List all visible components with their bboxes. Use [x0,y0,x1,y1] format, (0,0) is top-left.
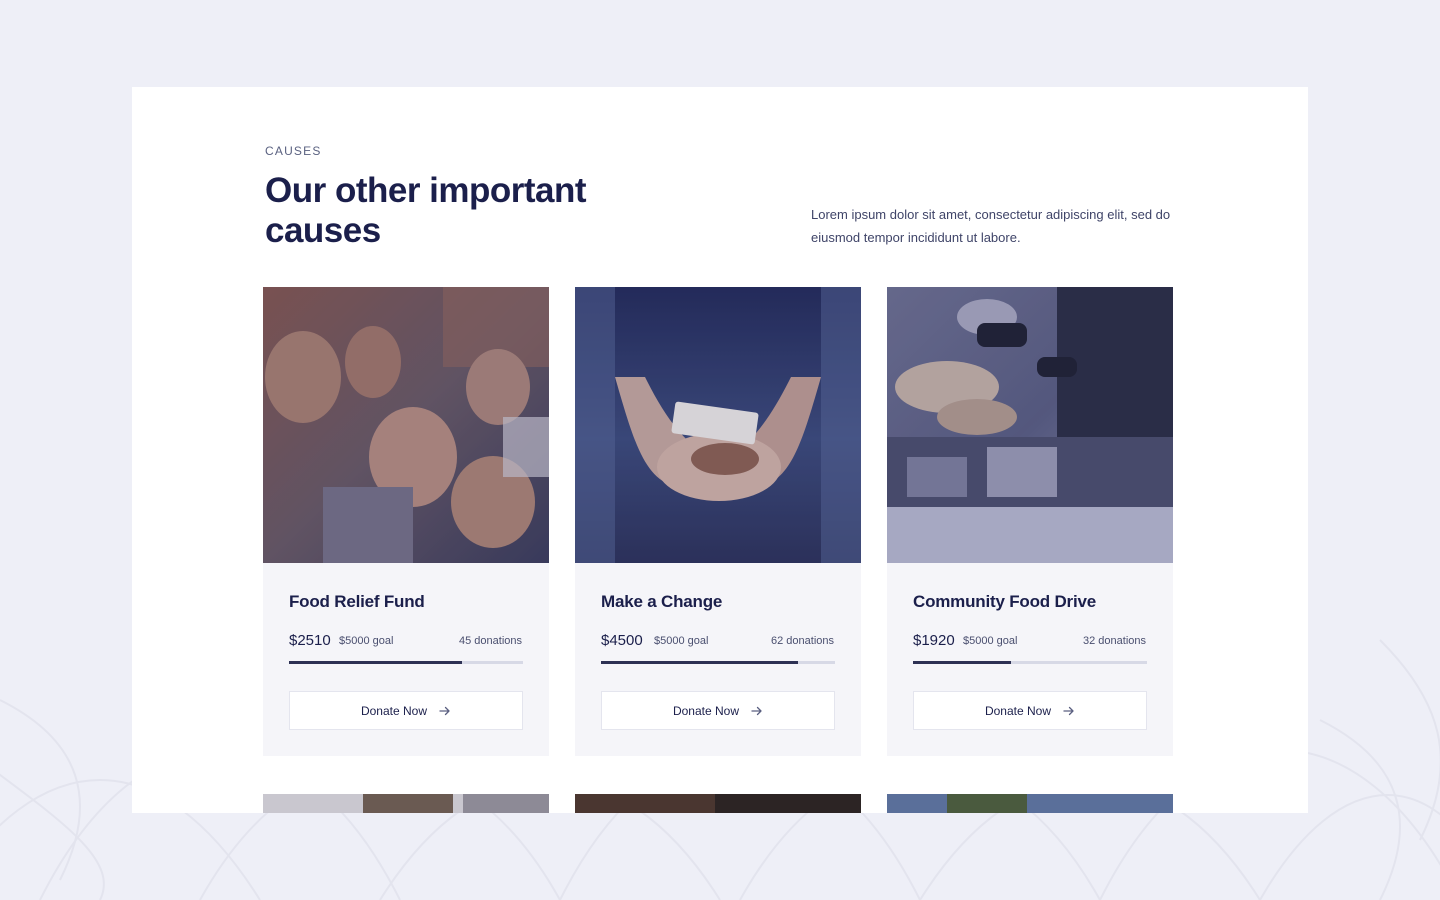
causes-section: CAUSES Our other important causes Lorem … [132,87,1308,813]
children-smiling-photo [263,287,549,563]
section-eyebrow: CAUSES [265,144,322,158]
cause-stats: $1920 $5000 goal 32 donations [913,632,1147,652]
cause-card: Food Relief Fund $2510 $5000 goal 45 don… [263,287,549,756]
progress-bar [913,661,1147,664]
progress-bar [601,661,835,664]
cause-card: Community Food Drive $1920 $5000 goal 32… [887,287,1173,756]
donation-count: 45 donations [459,635,522,647]
section-title: Our other important causes [265,171,587,250]
progress-fill [601,661,798,664]
donation-count: 32 donations [1083,635,1146,647]
arrow-right-icon [1063,706,1074,715]
progress-fill [289,661,463,664]
donate-now-button[interactable]: Donate Now [601,691,835,730]
donation-count: 62 donations [771,635,834,647]
donate-now-button[interactable]: Donate Now [289,691,523,730]
section-description: Lorem ipsum dolor sit amet, consectetur … [811,207,1171,245]
cause-title: Food Relief Fund [289,592,425,611]
cause-title: Community Food Drive [913,592,1097,611]
donate-button-label: Donate Now [672,703,740,718]
next-cause-photo [887,794,1173,813]
goal-amount: $5000 goal [654,635,709,647]
cause-title: Make a Change [601,592,723,611]
raised-amount: $1920 [913,632,955,649]
next-cause-photo [263,794,549,813]
progress-bar [289,661,523,664]
raised-amount: $2510 [289,632,331,649]
goal-amount: $5000 goal [339,635,394,647]
goal-amount: $5000 goal [963,635,1018,647]
cause-stats: $4500 $5000 goal 62 donations [601,632,835,652]
progress-fill [913,661,1012,664]
food-distribution-photo [887,287,1173,563]
cause-card: Make a Change $4500 $5000 goal 62 donati… [575,287,861,756]
cause-stats: $2510 $5000 goal 45 donations [289,632,523,652]
donate-button-label: Donate Now [984,703,1052,718]
raised-amount: $4500 [601,632,643,649]
hands-coins-photo [575,287,861,563]
donate-button-label: Donate Now [360,703,428,718]
next-cause-photo [575,794,861,813]
arrow-right-icon [751,706,762,715]
donate-now-button[interactable]: Donate Now [913,691,1147,730]
arrow-right-icon [439,706,450,715]
